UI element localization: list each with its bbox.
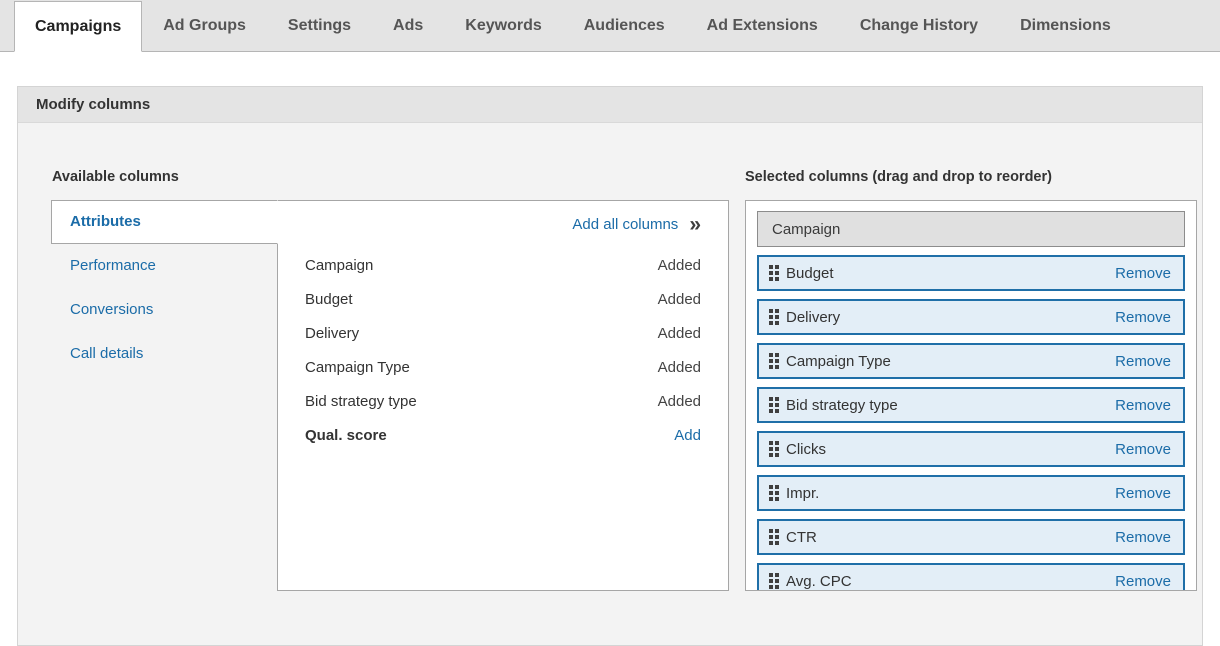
available-column-row: Campaign Type Added <box>305 350 701 384</box>
selected-column-name: Budget <box>786 264 834 282</box>
selected-column-label-group: CTR <box>769 529 817 546</box>
category-item-call-details[interactable]: Call details <box>51 332 277 376</box>
remove-column-link[interactable]: Remove <box>1115 573 1171 590</box>
selected-column-label-group: Impr. <box>769 485 819 502</box>
main-tab-bar: Campaigns Ad Groups Settings Ads Keywords Aud… <box>0 0 1220 52</box>
selected-column-name: Clicks <box>786 440 826 458</box>
drag-handle-icon[interactable] <box>769 265 779 281</box>
remove-column-link[interactable]: Remove <box>1115 309 1171 326</box>
available-column-name: Campaign <box>305 256 374 274</box>
tab-dimensions[interactable]: Dimensions <box>999 0 1132 51</box>
double-chevron-right-icon[interactable]: » <box>689 214 701 235</box>
category-item-performance[interactable]: Performance <box>51 244 277 288</box>
tab-change-history[interactable]: Change History <box>839 0 999 51</box>
selected-column-name: Impr. <box>786 484 820 502</box>
drag-handle-icon[interactable] <box>769 309 779 325</box>
selected-column-label-group: Avg. CPC <box>769 573 852 590</box>
available-column-row: Qual. score Add <box>305 418 701 452</box>
selected-columns-list: Campaign Budget Remove Delivery Remove Campai… <box>757 211 1185 590</box>
available-column-row: Bid strategy type Added <box>305 384 701 418</box>
tab-ads[interactable]: Ads <box>372 0 444 51</box>
available-column-name: Budget <box>305 290 353 308</box>
add-column-link[interactable]: Add <box>674 427 701 444</box>
available-column-name: Campaign Type <box>305 358 410 376</box>
available-column-name: Bid strategy type <box>305 392 417 410</box>
selected-column-label-group: Delivery <box>769 309 840 326</box>
selected-column-name: Avg. CPC <box>786 572 852 590</box>
available-columns-box: Add all columns » Campaign Added Budget Add… <box>277 200 729 591</box>
selected-column-row[interactable]: CTR Remove <box>757 519 1185 555</box>
selected-column-name: CTR <box>786 528 817 546</box>
selected-column-label-group: Budget <box>769 265 834 282</box>
selected-column-row-locked: Campaign <box>757 211 1185 247</box>
tab-keywords[interactable]: Keywords <box>444 0 562 51</box>
selected-column-label-group: Campaign <box>772 221 840 238</box>
selected-column-label-group: Clicks <box>769 441 826 458</box>
selected-column-row[interactable]: Budget Remove <box>757 255 1185 291</box>
selected-column-row[interactable]: Impr. Remove <box>757 475 1185 511</box>
selected-column-row[interactable]: Clicks Remove <box>757 431 1185 467</box>
category-item-conversions[interactable]: Conversions <box>51 288 277 332</box>
modify-columns-panel: Modify columns Available columns Selecte… <box>17 86 1203 646</box>
drag-handle-icon[interactable] <box>769 441 779 457</box>
remove-column-link[interactable]: Remove <box>1115 353 1171 370</box>
tab-ad-groups[interactable]: Ad Groups <box>142 0 267 51</box>
selected-column-row[interactable]: Bid strategy type Remove <box>757 387 1185 423</box>
tab-campaigns[interactable]: Campaigns <box>14 1 143 52</box>
column-added-status: Added <box>657 358 701 376</box>
column-added-status: Added <box>657 324 701 342</box>
selected-column-row[interactable]: Campaign Type Remove <box>757 343 1185 379</box>
column-added-status: Added <box>657 392 701 410</box>
add-all-columns-row: Add all columns » <box>305 201 701 248</box>
category-item-attributes[interactable]: Attributes <box>51 200 278 244</box>
column-added-status: Added <box>657 256 701 274</box>
tab-ad-extensions[interactable]: Ad Extensions <box>686 0 839 51</box>
remove-column-link[interactable]: Remove <box>1115 265 1171 282</box>
column-added-status: Added <box>657 290 701 308</box>
selected-column-name: Delivery <box>786 308 841 326</box>
selected-column-name: Bid strategy type <box>786 396 898 414</box>
tab-audiences[interactable]: Audiences <box>563 0 686 51</box>
selected-column-row[interactable]: Avg. CPC Remove <box>757 563 1185 590</box>
remove-column-link[interactable]: Remove <box>1115 397 1171 414</box>
drag-handle-icon[interactable] <box>769 485 779 501</box>
available-columns-title: Available columns <box>52 169 179 185</box>
remove-column-link[interactable]: Remove <box>1115 529 1171 546</box>
drag-handle-icon[interactable] <box>769 529 779 545</box>
panel-body: Available columns Selected columns (drag… <box>18 123 1202 646</box>
drag-handle-icon[interactable] <box>769 397 779 413</box>
available-column-row: Campaign Added <box>305 248 701 282</box>
category-list: Attributes Performance Conversions Call det… <box>51 200 278 376</box>
selected-column-label-group: Campaign Type <box>769 353 891 370</box>
remove-column-link[interactable]: Remove <box>1115 485 1171 502</box>
drag-handle-icon[interactable] <box>769 573 779 589</box>
available-column-row: Delivery Added <box>305 316 701 350</box>
panel-title: Modify columns <box>18 87 1202 123</box>
add-all-columns-link[interactable]: Add all columns <box>572 216 678 233</box>
selected-column-name: Campaign Type <box>786 352 891 370</box>
selected-column-label-group: Bid strategy type <box>769 397 898 414</box>
selected-column-row[interactable]: Delivery Remove <box>757 299 1185 335</box>
drag-handle-icon[interactable] <box>769 353 779 369</box>
remove-column-link[interactable]: Remove <box>1115 441 1171 458</box>
selected-columns-box: Campaign Budget Remove Delivery Remove Campai… <box>745 200 1197 591</box>
available-column-row: Budget Added <box>305 282 701 316</box>
available-columns-list: Campaign Added Budget Added Delivery Added Cam… <box>305 248 701 452</box>
selected-columns-title: Selected columns (drag and drop to reord… <box>745 169 1052 185</box>
tab-settings[interactable]: Settings <box>267 0 372 51</box>
selected-column-name: Campaign <box>772 220 841 238</box>
available-column-name: Qual. score <box>305 426 387 444</box>
available-column-name: Delivery <box>305 324 360 342</box>
page-content: Modify columns Available columns Selecte… <box>0 52 1220 646</box>
